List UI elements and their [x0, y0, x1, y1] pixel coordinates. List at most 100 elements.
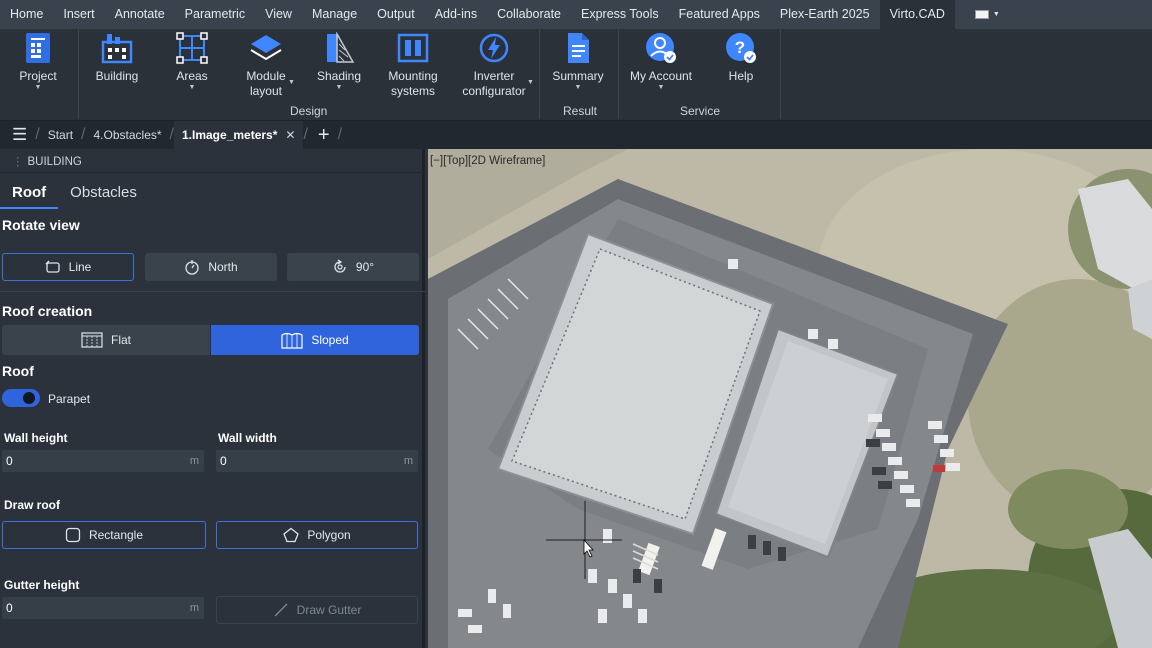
- inverter-configurator-label: Inverter configurator: [462, 69, 526, 98]
- draw-roof-label: Draw roof: [4, 498, 61, 512]
- building-label: Building: [95, 69, 139, 83]
- chevron-down-icon: ▼: [574, 84, 582, 91]
- project-button[interactable]: Project ▼: [18, 29, 58, 92]
- unit-label: m: [189, 602, 199, 614]
- help-button[interactable]: ? Help: [722, 29, 760, 84]
- svg-text:?: ?: [735, 38, 745, 57]
- my-account-button[interactable]: My Account ▼: [628, 29, 694, 92]
- help-icon: ?: [724, 31, 758, 65]
- chevron-down-icon: ▼: [288, 79, 295, 86]
- menu-item-output[interactable]: Output: [367, 0, 425, 29]
- panels-icon: [396, 31, 430, 65]
- building-panel: ⋮ BUILDING Roof Obstacles Rotate view Lin…: [0, 149, 425, 648]
- menu-item-virto-cad[interactable]: Virto.CAD: [879, 0, 955, 29]
- summary-button[interactable]: Summary ▼: [551, 29, 605, 92]
- aerial-image: [428, 149, 1152, 648]
- user-icon: [644, 31, 678, 65]
- rotate-90-button[interactable]: 90°: [287, 253, 419, 281]
- menu-item-home[interactable]: Home: [0, 0, 53, 29]
- flat-roof-label: Flat: [110, 333, 131, 347]
- group-design-label: Design: [290, 104, 328, 118]
- module-layout-label: Module layout: [246, 69, 286, 98]
- polygon-icon: [283, 527, 300, 543]
- rotate-north-label: North: [208, 260, 238, 274]
- line-icon: [45, 260, 60, 273]
- rotate-line-button[interactable]: Line: [2, 253, 134, 281]
- draw-polygon-button[interactable]: Polygon: [216, 521, 418, 549]
- layers-icon: [249, 31, 283, 65]
- rectangle-icon: [65, 527, 81, 543]
- building-button[interactable]: Building: [94, 29, 140, 84]
- hamburger-menu-icon[interactable]: ☰: [12, 125, 27, 145]
- divider: [0, 291, 425, 292]
- document-tab-bar: ☰ / Start / 4.Obstacles* / 1.Image_meter…: [0, 121, 1152, 149]
- shading-label: Shading: [316, 69, 362, 83]
- tab-image-meters[interactable]: 1.Image_meters* ✕: [174, 121, 304, 149]
- rotate-north-button[interactable]: North: [145, 253, 277, 281]
- gutter-height-field[interactable]: 0m: [2, 597, 204, 619]
- project-label: Project: [19, 69, 57, 83]
- summary-label: Summary: [552, 69, 604, 83]
- chevron-down-icon: ▼: [34, 84, 42, 91]
- polygon-label: Polygon: [307, 528, 351, 542]
- menu-item-featured-apps[interactable]: Featured Apps: [669, 0, 770, 29]
- roof-creation-heading: Roof creation: [2, 303, 93, 319]
- tab-roof[interactable]: Roof: [0, 177, 59, 209]
- ribbon-separator: [780, 29, 781, 119]
- mounting-systems-button[interactable]: Mounting systems: [384, 29, 442, 99]
- project-icon: [21, 31, 55, 65]
- tab-obstacles-drawing[interactable]: 4.Obstacles*: [94, 128, 162, 142]
- wall-width-label: Wall width: [218, 431, 277, 445]
- parapet-toggle[interactable]: [2, 389, 40, 407]
- chevron-down-icon: ▼: [335, 84, 343, 91]
- menu-item-plex-earth-2025[interactable]: Plex-Earth 2025: [770, 0, 880, 29]
- new-tab-icon[interactable]: +: [318, 124, 330, 147]
- flat-roof-button[interactable]: Flat: [2, 325, 210, 355]
- ribbon-separator: [539, 29, 540, 119]
- menu-item-insert[interactable]: Insert: [53, 0, 104, 29]
- menu-item-add-ins[interactable]: Add-ins: [425, 0, 487, 29]
- building-icon: [100, 31, 134, 65]
- menu-item-manage[interactable]: Manage: [302, 0, 367, 29]
- tab-obstacles[interactable]: Obstacles: [58, 177, 149, 209]
- toggle-knob: [23, 392, 35, 404]
- lightning-icon: [477, 31, 511, 65]
- draw-gutter-label: Draw Gutter: [296, 603, 362, 617]
- draw-gutter-button[interactable]: Draw Gutter: [216, 596, 418, 624]
- areas-button[interactable]: Areas ▼: [172, 29, 212, 92]
- menu-item-annotate[interactable]: Annotate: [105, 0, 175, 29]
- mounting-systems-label: Mounting systems: [388, 69, 438, 98]
- inverter-configurator-button[interactable]: Inverter configurator: [460, 29, 528, 99]
- panel-tabs: Roof Obstacles: [0, 177, 149, 209]
- document-icon: [561, 31, 595, 65]
- drawing-viewport[interactable]: [−][Top][2D Wireframe]: [428, 149, 1152, 648]
- areas-label: Areas: [176, 69, 208, 83]
- panel-title-text: BUILDING: [27, 156, 82, 168]
- unit-label: m: [189, 455, 199, 467]
- flat-roof-icon: [81, 332, 103, 348]
- close-icon[interactable]: ✕: [285, 128, 295, 142]
- flag-icon: [974, 10, 989, 19]
- tab-start[interactable]: Start: [48, 128, 73, 142]
- sloped-roof-button[interactable]: Sloped: [211, 325, 419, 355]
- shading-button[interactable]: Shading ▼: [314, 29, 364, 92]
- roof-heading: Roof: [2, 363, 34, 379]
- parapet-label: Parapet: [48, 392, 91, 406]
- draw-rectangle-button[interactable]: Rectangle: [2, 521, 206, 549]
- menu-item-express-tools[interactable]: Express Tools: [571, 0, 669, 29]
- menu-item-parametric[interactable]: Parametric: [175, 0, 255, 29]
- menu-bar: Home Insert Annotate Parametric View Manage Ou…: [0, 0, 1152, 29]
- wall-height-field[interactable]: 0m: [2, 450, 204, 472]
- viewport-label[interactable]: [−][Top][2D Wireframe]: [430, 155, 545, 167]
- wall-width-field[interactable]: 0m: [216, 450, 418, 472]
- language-selector[interactable]: ▼: [974, 10, 1000, 19]
- gutter-height-label: Gutter height: [4, 578, 80, 592]
- sloped-roof-label: Sloped: [311, 333, 349, 347]
- menu-item-view[interactable]: View: [255, 0, 302, 29]
- grip-icon[interactable]: ⋮: [12, 156, 24, 168]
- rotate-line-label: Line: [68, 260, 92, 274]
- group-service-label: Service: [680, 104, 721, 118]
- menu-item-collaborate[interactable]: Collaborate: [487, 0, 571, 29]
- module-layout-button[interactable]: Module layout: [240, 29, 292, 99]
- help-label: Help: [728, 69, 754, 83]
